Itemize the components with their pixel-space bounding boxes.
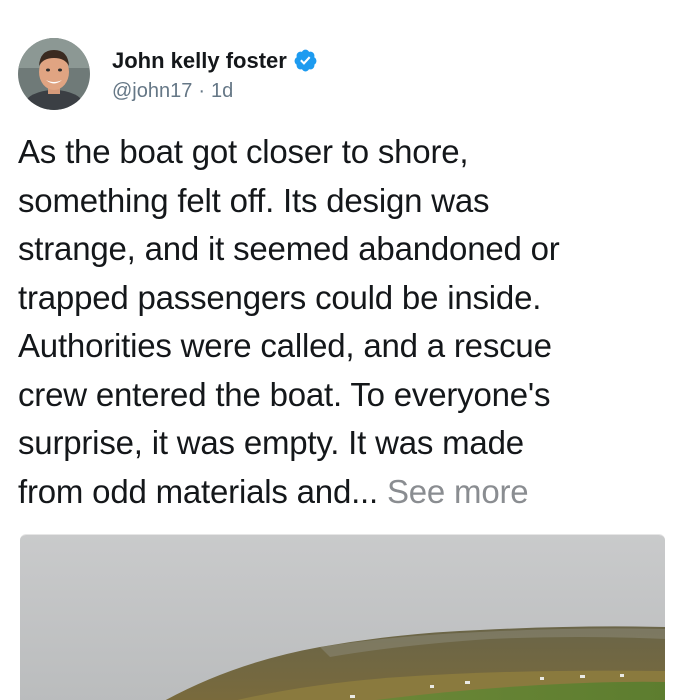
- author-sub-row: @john17 · 1d: [112, 80, 318, 103]
- meta-separator: ·: [198, 79, 206, 102]
- author-handle[interactable]: @john17: [112, 80, 192, 103]
- landscape-photo-icon: [20, 535, 665, 700]
- post-card: John kelly foster @john17 · 1d As the bo…: [0, 0, 700, 700]
- author-meta: John kelly foster @john17 · 1d: [112, 46, 318, 103]
- verified-badge-icon: [293, 48, 318, 73]
- author-name-row: John kelly foster: [112, 46, 318, 76]
- post-text: As the boat got closer to shore, somethi…: [18, 128, 688, 516]
- post-header: John kelly foster @john17 · 1d: [18, 36, 318, 112]
- post-timestamp[interactable]: 1d: [211, 80, 233, 103]
- author-avatar[interactable]: [18, 38, 90, 110]
- post-text-content: As the boat got closer to shore, somethi…: [18, 133, 560, 510]
- see-more-link[interactable]: See more: [387, 473, 529, 510]
- post-media-photo[interactable]: [20, 534, 665, 700]
- profile-photo-icon: [18, 38, 90, 110]
- author-name[interactable]: John kelly foster: [112, 48, 287, 74]
